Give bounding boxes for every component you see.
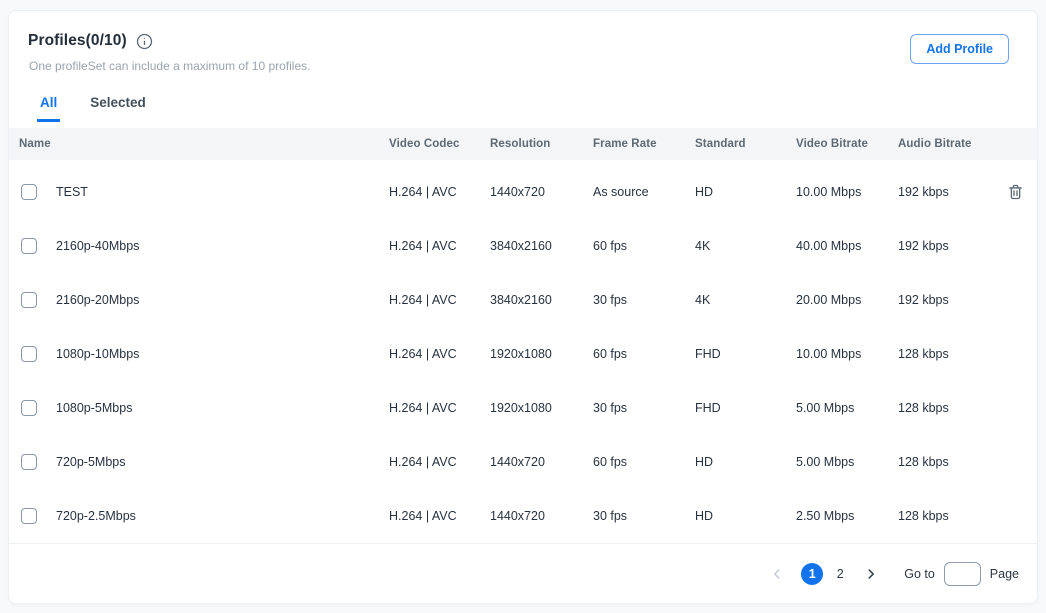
panel-subtitle: One profileSet can include a maximum of … <box>29 59 1017 73</box>
page-label: Page <box>990 567 1019 581</box>
row-checkbox[interactable] <box>21 238 37 254</box>
page-title: Profiles(0/10) <box>28 32 127 50</box>
cell-audio-bitrate: 192 kbps <box>898 185 999 199</box>
row-checkbox[interactable] <box>21 508 37 524</box>
cell-audio-bitrate: 192 kbps <box>898 293 999 307</box>
column-header-resolution: Resolution <box>490 138 593 150</box>
cell-name: 2160p-40Mbps <box>56 239 139 253</box>
cell-standard: HD <box>695 509 796 523</box>
cell-name: 720p-2.5Mbps <box>56 509 136 523</box>
cell-name: 2160p-20Mbps <box>56 293 139 307</box>
cell-audio-bitrate: 128 kbps <box>898 455 999 469</box>
cell-frame-rate: 30 fps <box>593 401 695 415</box>
cell-video-bitrate: 10.00 Mbps <box>796 347 898 361</box>
table-row: 1080p-5Mbps H.264 | AVC 1920x1080 30 fps… <box>9 381 1037 435</box>
cell-video-bitrate: 10.00 Mbps <box>796 185 898 199</box>
row-checkbox[interactable] <box>21 184 37 200</box>
prev-page-icon[interactable] <box>770 567 784 581</box>
cell-resolution: 1920x1080 <box>490 401 593 415</box>
info-icon[interactable] <box>136 33 153 50</box>
table-body: TEST H.264 | AVC 1440x720 As source HD 1… <box>9 160 1037 543</box>
page-button-2[interactable]: 2 <box>829 563 851 585</box>
cell-video-codec: H.264 | AVC <box>389 509 490 523</box>
cell-name: 720p-5Mbps <box>56 455 126 469</box>
column-header-standard: Standard <box>695 138 796 150</box>
goto-page-input[interactable] <box>944 562 981 586</box>
cell-frame-rate: 60 fps <box>593 239 695 253</box>
cell-video-codec: H.264 | AVC <box>389 293 490 307</box>
delete-button[interactable] <box>1007 183 1024 201</box>
row-checkbox[interactable] <box>21 346 37 362</box>
cell-frame-rate: 30 fps <box>593 509 695 523</box>
table-row: 720p-2.5Mbps H.264 | AVC 1440x720 30 fps… <box>9 489 1037 543</box>
table-row: 2160p-40Mbps H.264 | AVC 3840x2160 60 fp… <box>9 219 1037 273</box>
cell-resolution: 3840x2160 <box>490 239 593 253</box>
cell-video-bitrate: 20.00 Mbps <box>796 293 898 307</box>
cell-resolution: 1440x720 <box>490 455 593 469</box>
cell-name: 1080p-5Mbps <box>56 401 132 415</box>
cell-audio-bitrate: 128 kbps <box>898 347 999 361</box>
column-header-frame-rate: Frame Rate <box>593 138 695 150</box>
cell-frame-rate: 30 fps <box>593 293 695 307</box>
cell-standard: 4K <box>695 293 796 307</box>
cell-name: TEST <box>56 185 88 199</box>
add-profile-button[interactable]: Add Profile <box>910 34 1009 64</box>
cell-video-bitrate: 40.00 Mbps <box>796 239 898 253</box>
cell-video-codec: H.264 | AVC <box>389 401 490 415</box>
panel-header: Profiles(0/10) Add Profile One profileSe… <box>9 11 1037 122</box>
cell-video-codec: H.264 | AVC <box>389 347 490 361</box>
row-checkbox[interactable] <box>21 292 37 308</box>
tab-all[interactable]: All <box>37 95 60 122</box>
cell-standard: FHD <box>695 347 796 361</box>
column-header-audio-bitrate: Audio Bitrate <box>898 138 999 150</box>
cell-audio-bitrate: 128 kbps <box>898 509 999 523</box>
cell-video-bitrate: 5.00 Mbps <box>796 455 898 469</box>
cell-resolution: 1440x720 <box>490 185 593 199</box>
table-row: 2160p-20Mbps H.264 | AVC 3840x2160 30 fp… <box>9 273 1037 327</box>
cell-video-codec: H.264 | AVC <box>389 239 490 253</box>
trash-icon <box>1007 183 1024 201</box>
cell-video-bitrate: 5.00 Mbps <box>796 401 898 415</box>
cell-frame-rate: 60 fps <box>593 347 695 361</box>
cell-video-codec: H.264 | AVC <box>389 455 490 469</box>
pagination: 1 2 Go to Page <box>9 543 1037 603</box>
profiles-panel: Profiles(0/10) Add Profile One profileSe… <box>8 10 1038 604</box>
tab-selected[interactable]: Selected <box>87 95 149 122</box>
cell-audio-bitrate: 128 kbps <box>898 401 999 415</box>
cell-standard: 4K <box>695 239 796 253</box>
row-checkbox[interactable] <box>21 454 37 470</box>
column-header-name: Name <box>19 138 389 150</box>
cell-standard: HD <box>695 455 796 469</box>
row-checkbox[interactable] <box>21 400 37 416</box>
cell-frame-rate: 60 fps <box>593 455 695 469</box>
next-page-icon[interactable] <box>864 567 878 581</box>
column-header-video-codec: Video Codec <box>389 138 490 150</box>
page-button-1[interactable]: 1 <box>801 563 823 585</box>
tab-bar: All Selected <box>37 95 1017 122</box>
cell-resolution: 1920x1080 <box>490 347 593 361</box>
cell-standard: FHD <box>695 401 796 415</box>
cell-standard: HD <box>695 185 796 199</box>
table-row: TEST H.264 | AVC 1440x720 As source HD 1… <box>9 165 1037 219</box>
table-header: Name Video Codec Resolution Frame Rate S… <box>9 128 1037 160</box>
goto-label: Go to <box>904 567 935 581</box>
cell-video-bitrate: 2.50 Mbps <box>796 509 898 523</box>
cell-name: 1080p-10Mbps <box>56 347 139 361</box>
cell-resolution: 1440x720 <box>490 509 593 523</box>
cell-video-codec: H.264 | AVC <box>389 185 490 199</box>
table-row: 1080p-10Mbps H.264 | AVC 1920x1080 60 fp… <box>9 327 1037 381</box>
cell-frame-rate: As source <box>593 185 695 199</box>
column-header-video-bitrate: Video Bitrate <box>796 138 898 150</box>
cell-audio-bitrate: 192 kbps <box>898 239 999 253</box>
cell-resolution: 3840x2160 <box>490 293 593 307</box>
table-row: 720p-5Mbps H.264 | AVC 1440x720 60 fps H… <box>9 435 1037 489</box>
